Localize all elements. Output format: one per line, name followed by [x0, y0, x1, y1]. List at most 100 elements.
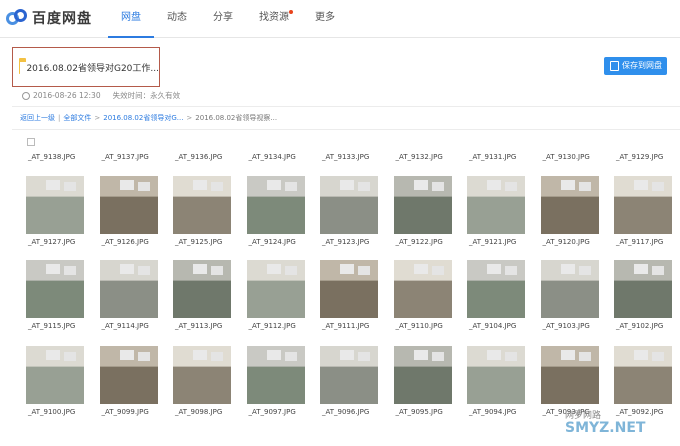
- image-thumbnail[interactable]: [99, 260, 158, 318]
- file-name-label[interactable]: _AT_9133.JPG: [322, 153, 369, 161]
- blur-mosaic: [64, 182, 76, 191]
- blur-mosaic: [505, 182, 517, 191]
- image-thumbnail[interactable]: [246, 346, 305, 404]
- image-thumbnail[interactable]: [540, 346, 599, 404]
- blur-mosaic: [64, 352, 76, 361]
- file-name-label[interactable]: _AT_9134.JPG: [249, 153, 296, 161]
- blur-mosaic: [340, 350, 354, 360]
- file-name-label[interactable]: _AT_9121.JPG: [469, 238, 516, 246]
- file-name-label[interactable]: _AT_9123.JPG: [322, 238, 369, 246]
- image-thumbnail[interactable]: [614, 346, 672, 404]
- file-name-label[interactable]: _AT_9138.JPG: [28, 153, 75, 161]
- file-name-label[interactable]: _AT_9098.JPG: [175, 408, 222, 416]
- file-name-label[interactable]: _AT_9136.JPG: [175, 153, 222, 161]
- image-thumbnail[interactable]: [173, 260, 231, 318]
- breadcrumb: 返回上一级 | 全部文件 > 2016.08.02省领导对G... > 2016…: [12, 106, 680, 130]
- blur-mosaic: [487, 180, 501, 190]
- select-all-checkbox[interactable]: [27, 138, 35, 146]
- file-name-label[interactable]: _AT_9125.JPG: [175, 238, 222, 246]
- blur-mosaic: [137, 352, 150, 361]
- image-thumbnail[interactable]: [467, 260, 525, 318]
- file-name-label[interactable]: _AT_9120.JPG: [543, 238, 590, 246]
- blur-mosaic: [413, 350, 428, 360]
- blur-mosaic: [560, 264, 575, 274]
- blur-mosaic: [413, 264, 428, 274]
- file-name-label[interactable]: _AT_9126.JPG: [102, 238, 149, 246]
- image-thumbnail[interactable]: [246, 176, 305, 234]
- shared-folder-title: 2016.08.02省领导对G20工作...: [26, 63, 159, 74]
- image-thumbnail[interactable]: [26, 346, 84, 404]
- file-name-label[interactable]: _AT_9094.JPG: [469, 408, 516, 416]
- blur-mosaic: [578, 266, 591, 275]
- image-thumbnail[interactable]: [246, 260, 305, 318]
- file-name-label[interactable]: _AT_9132.JPG: [396, 153, 443, 161]
- image-thumbnail[interactable]: [26, 260, 84, 318]
- image-thumbnail[interactable]: [320, 346, 378, 404]
- file-name-label[interactable]: _AT_9114.JPG: [102, 322, 149, 330]
- image-thumbnail[interactable]: [540, 176, 599, 234]
- file-name-label[interactable]: _AT_9124.JPG: [249, 238, 296, 246]
- file-name-label[interactable]: _AT_9100.JPG: [28, 408, 75, 416]
- file-name-label[interactable]: _AT_9111.JPG: [322, 322, 369, 330]
- file-name-label[interactable]: _AT_9099.JPG: [102, 408, 149, 416]
- tab-find-resources[interactable]: 找资源: [246, 0, 302, 38]
- baidu-netdisk-logo[interactable]: 百度网盘: [6, 6, 92, 30]
- watermark-site: SMYZ.NET: [565, 420, 646, 436]
- breadcrumb-back-link[interactable]: 返回上一级: [20, 113, 55, 123]
- image-thumbnail[interactable]: [320, 260, 378, 318]
- file-name-label[interactable]: _AT_9103.JPG: [543, 322, 590, 330]
- image-thumbnail[interactable]: [393, 346, 452, 404]
- image-thumbnail[interactable]: [614, 176, 672, 234]
- file-name-label[interactable]: _AT_9117.JPG: [616, 238, 663, 246]
- blur-mosaic: [193, 350, 207, 360]
- file-name-label[interactable]: _AT_9097.JPG: [249, 408, 296, 416]
- file-name-label[interactable]: _AT_9122.JPG: [396, 238, 443, 246]
- cloud-logo-icon: [6, 9, 28, 27]
- image-thumbnail[interactable]: [467, 346, 525, 404]
- image-thumbnail[interactable]: [614, 260, 672, 318]
- image-thumbnail[interactable]: [99, 346, 158, 404]
- blur-mosaic: [652, 182, 664, 191]
- breadcrumb-all-files-link[interactable]: 全部文件: [63, 113, 91, 123]
- file-name-label[interactable]: _AT_9130.JPG: [543, 153, 590, 161]
- image-thumbnail[interactable]: [173, 176, 231, 234]
- file-name-label[interactable]: _AT_9110.JPG: [396, 322, 443, 330]
- file-name-label[interactable]: _AT_9112.JPG: [249, 322, 296, 330]
- image-thumbnail[interactable]: [320, 176, 378, 234]
- tab-netdisk[interactable]: 网盘: [108, 0, 154, 38]
- image-thumbnail[interactable]: [467, 176, 525, 234]
- image-thumbnail[interactable]: [540, 260, 599, 318]
- file-name-label[interactable]: _AT_9127.JPG: [28, 238, 75, 246]
- tab-activity[interactable]: 动态: [154, 0, 200, 38]
- file-name-label[interactable]: _AT_9096.JPG: [322, 408, 369, 416]
- file-name-label[interactable]: _AT_9113.JPG: [175, 322, 222, 330]
- file-name-label[interactable]: _AT_9115.JPG: [28, 322, 75, 330]
- breadcrumb-parent-folder-link[interactable]: 2016.08.02省领导对G...: [103, 113, 183, 123]
- file-name-label[interactable]: _AT_9102.JPG: [616, 322, 663, 330]
- file-name-label[interactable]: _AT_9095.JPG: [396, 408, 443, 416]
- blur-mosaic: [578, 352, 591, 361]
- blur-mosaic: [652, 266, 664, 275]
- image-thumbnail[interactable]: [173, 346, 231, 404]
- file-name-label[interactable]: _AT_9131.JPG: [469, 153, 516, 161]
- tab-more[interactable]: 更多: [302, 0, 348, 38]
- image-thumbnail[interactable]: [393, 176, 452, 234]
- file-name-label[interactable]: _AT_9092.JPG: [616, 408, 663, 416]
- file-name-label[interactable]: _AT_9104.JPG: [469, 322, 516, 330]
- image-thumbnail[interactable]: [26, 176, 84, 234]
- shared-folder-title-box: 2016.08.02省领导对G20工作...: [12, 47, 160, 87]
- blur-mosaic: [358, 266, 370, 275]
- file-name-label[interactable]: _AT_9137.JPG: [102, 153, 149, 161]
- blur-mosaic: [266, 264, 281, 274]
- image-thumbnail[interactable]: [99, 176, 158, 234]
- clock-icon: [22, 91, 30, 100]
- notification-dot-icon: [289, 10, 293, 14]
- file-name-label[interactable]: _AT_9129.JPG: [616, 153, 663, 161]
- blur-mosaic: [634, 350, 648, 360]
- tab-share[interactable]: 分享: [200, 0, 246, 38]
- save-to-netdisk-button[interactable]: 保存到网盘: [604, 57, 667, 75]
- blur-mosaic: [560, 180, 575, 190]
- blur-mosaic: [505, 266, 517, 275]
- image-thumbnail[interactable]: [393, 260, 452, 318]
- blur-mosaic: [64, 266, 76, 275]
